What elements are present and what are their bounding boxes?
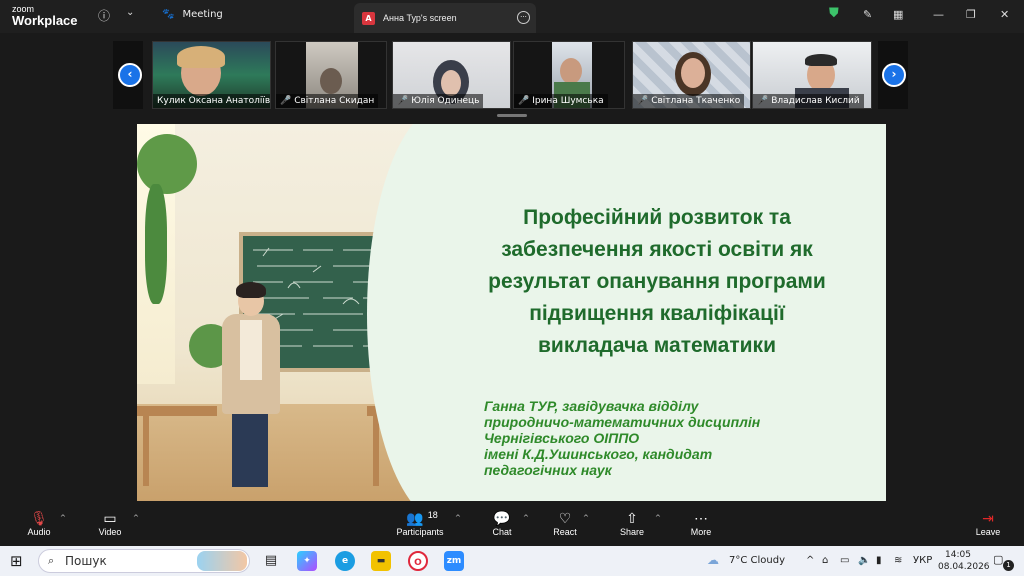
paw-icon: 🐾 xyxy=(162,9,175,20)
shared-screen-slide: Професійний розвиток та забезпечення яко… xyxy=(137,124,886,501)
search-placeholder: Пошук xyxy=(65,554,107,568)
muted-mic-icon: 🎤 xyxy=(757,96,769,106)
participants-options-chevron-icon[interactable]: ^ xyxy=(455,514,461,522)
info-icon[interactable]: ⓘ xyxy=(98,7,110,24)
display-icon[interactable]: ▭ xyxy=(840,555,849,566)
muted-mic-icon: 🎤 xyxy=(280,96,292,106)
previous-page-button[interactable]: ‹ xyxy=(118,63,142,87)
tab-title: Анна Тур's screen xyxy=(383,13,457,23)
screen-share-tab[interactable]: A Анна Тур's screen ··· xyxy=(354,3,536,33)
participant-name: 🎤 Владислав Кислий xyxy=(753,94,864,108)
windows-taskbar: ⊞ ⌕ Пошук ▤ ✦ e ▬ O zm ☁ 7°C Cloudy ^ ⌂ … xyxy=(0,546,1024,576)
more-dots-icon: ⋯ xyxy=(694,510,708,526)
clock-date: 08.04.2026 xyxy=(938,562,990,572)
more-button[interactable]: ⋯ More xyxy=(688,509,714,537)
clock[interactable]: 14:05 08.04.2026 xyxy=(938,549,990,573)
tray-chevron-icon[interactable]: ^ xyxy=(806,555,814,566)
file-explorer-icon[interactable]: ▬ xyxy=(371,551,391,571)
notifications-icon[interactable]: ▢ xyxy=(993,553,1003,566)
chat-icon: 💬 xyxy=(493,510,511,526)
muted-mic-icon: 🎤 xyxy=(518,96,530,106)
network-icon[interactable]: ⌂ xyxy=(822,555,828,566)
participants-count: 18 xyxy=(427,510,438,520)
video-options-chevron-icon[interactable]: ^ xyxy=(133,514,139,522)
muted-mic-icon: 🎤 xyxy=(637,96,649,106)
meeting-controls: 🎙 Audio ^ ▭ Video ^ 👥 18 Participants ^ 💬… xyxy=(0,501,1024,546)
zoom-taskbar-icon[interactable]: zm xyxy=(444,551,464,571)
weather-text[interactable]: 7°C Cloudy xyxy=(729,555,785,566)
participant-tile[interactable]: 🎤 Ірина Шумська xyxy=(513,41,625,109)
share-button[interactable]: ⇧ Share xyxy=(619,509,645,537)
participant-tile[interactable]: 🎤 Владислав Кислий xyxy=(752,41,872,109)
chevron-down-icon[interactable]: ⌄ xyxy=(126,7,134,18)
logo-line2: Workplace xyxy=(12,13,78,28)
participant-tile[interactable]: 🎤 Світлана Ткаченко xyxy=(632,41,751,109)
more-icon[interactable]: ··· xyxy=(517,11,530,24)
participants-icon: 👥 18 xyxy=(406,510,438,526)
meeting-label: Meeting xyxy=(182,9,223,20)
video-button[interactable]: ▭ Video xyxy=(95,509,125,537)
participant-tile[interactable]: 🎤 Юлія Одинець xyxy=(392,41,511,109)
react-button[interactable]: ♡ React xyxy=(552,509,578,537)
annotate-icon[interactable]: ✎ xyxy=(863,8,872,21)
opera-icon[interactable]: O xyxy=(408,551,428,571)
slide-author: Ганна ТУР, завідувачка відділу природнич… xyxy=(484,398,761,478)
shield-icon[interactable]: ⛊ xyxy=(829,6,839,21)
copilot-icon[interactable]: ✦ xyxy=(297,551,317,571)
search-box[interactable]: ⌕ Пошук xyxy=(38,549,250,573)
camera-icon: ▭ xyxy=(103,510,117,526)
participant-name: 🎤 Світлана Скидан xyxy=(276,94,379,108)
participant-tile[interactable]: 🎤 Світлана Скидан xyxy=(275,41,387,109)
edge-icon[interactable]: e xyxy=(335,551,355,571)
presenter-badge: A xyxy=(362,11,375,25)
share-icon: ⇧ xyxy=(626,510,638,526)
wifi-icon[interactable]: ≋ xyxy=(894,555,902,566)
share-options-chevron-icon[interactable]: ^ xyxy=(655,514,661,522)
heart-icon: ♡ xyxy=(558,510,572,526)
language-indicator[interactable]: УКР xyxy=(913,555,932,566)
chat-button[interactable]: 💬 Chat xyxy=(490,509,514,537)
task-view-icon[interactable]: ▤ xyxy=(261,551,281,571)
muted-mic-icon: 🎙 xyxy=(30,510,48,526)
slide-title: Професійний розвиток та забезпечення яко… xyxy=(488,206,826,357)
meeting-tab[interactable]: 🐾 Meeting xyxy=(162,9,223,20)
participant-tile[interactable]: Кулик Оксана Анатоліїв... xyxy=(152,41,271,109)
chat-options-chevron-icon[interactable]: ^ xyxy=(523,514,529,522)
speaker-icon[interactable]: 🔈 xyxy=(858,555,870,566)
title-bar: zoom Workplace ⓘ ⌄ 🐾 Meeting A Анна Тур'… xyxy=(0,0,1024,33)
search-highlight-image xyxy=(197,551,247,571)
participant-name: 🎤 Світлана Ткаченко xyxy=(633,94,745,108)
notification-count: 1 xyxy=(1003,560,1014,571)
participants-button[interactable]: 👥 18 Participants xyxy=(394,509,446,537)
windows-start-icon[interactable]: ⊞ xyxy=(10,552,23,570)
minimize-icon[interactable]: — xyxy=(933,8,944,21)
next-page-button[interactable]: › xyxy=(882,63,906,87)
audio-options-chevron-icon[interactable]: ^ xyxy=(60,514,66,522)
participant-name: 🎤 Ірина Шумська xyxy=(514,94,608,108)
view-grid-icon[interactable]: ▦ xyxy=(893,8,903,21)
audio-button[interactable]: 🎙 Audio xyxy=(26,509,52,537)
cloud-icon: ☁ xyxy=(707,553,719,567)
close-icon[interactable]: ✕ xyxy=(1000,8,1009,21)
muted-mic-icon: 🎤 xyxy=(397,96,409,106)
react-options-chevron-icon[interactable]: ^ xyxy=(583,514,589,522)
battery-icon[interactable]: ▮ xyxy=(876,555,882,566)
search-icon: ⌕ xyxy=(48,554,55,567)
clock-time: 14:05 xyxy=(945,550,971,560)
leave-icon: ⇥ xyxy=(982,510,994,526)
participant-name: Кулик Оксана Анатоліїв... xyxy=(153,94,270,108)
strip-resize-handle[interactable] xyxy=(497,114,527,117)
participant-name: 🎤 Юлія Одинець xyxy=(393,94,484,108)
leave-button[interactable]: ⇥ Leave xyxy=(975,509,1001,537)
zoom-logo: zoom Workplace xyxy=(12,5,78,28)
restore-icon[interactable]: ❐ xyxy=(966,8,976,21)
